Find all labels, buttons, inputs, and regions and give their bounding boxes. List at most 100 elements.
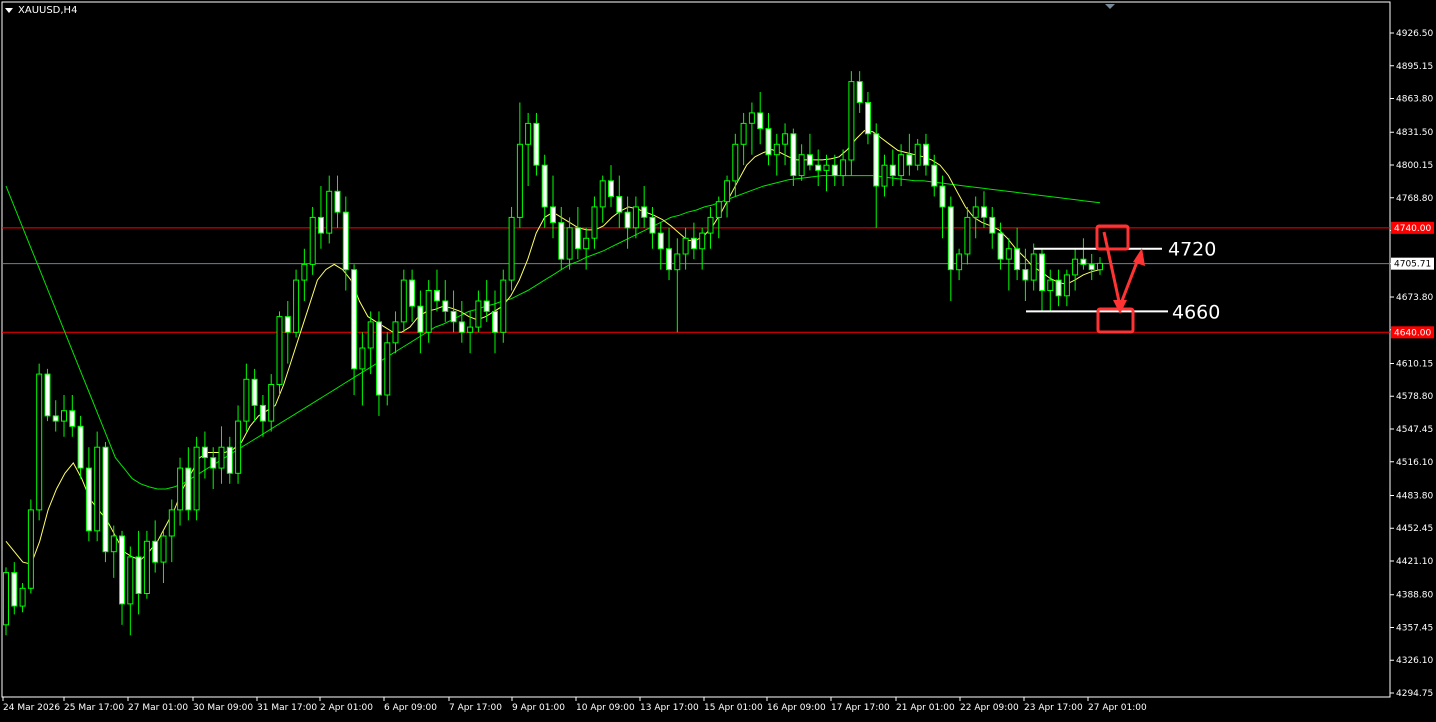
candle-body [732,143,739,182]
y-tick-label: 4863.80 [1396,95,1433,105]
candle-body [608,180,614,198]
candle-body [964,216,971,255]
candle-body [997,232,1004,260]
candle-body [500,279,507,333]
candle-body [715,201,722,218]
candle-body [235,420,242,474]
target-box-upper [1095,224,1130,251]
candle-body [699,232,706,250]
x-tick-label: 21 Apr 01:00 [896,703,955,713]
candle-body [881,164,888,187]
candle-body [268,384,275,422]
candle-body [483,300,490,312]
candle-body [1022,269,1029,281]
y-tick-label: 4673.80 [1396,293,1433,303]
candle-body [773,143,780,156]
candle-body [69,410,76,427]
candle-body [475,300,482,328]
target-box-lower [1096,307,1135,334]
candle-body [61,410,67,422]
x-tick-label: 16 Apr 09:00 [767,703,826,713]
current-price-label: 4705.71 [1394,260,1431,270]
candle-body [632,206,639,229]
candle-body [566,227,573,260]
dropdown-arrow-icon[interactable] [5,8,13,13]
candle-body [135,556,142,595]
support-price-label: 4640.00 [1394,328,1431,338]
candle-body [748,112,755,124]
candle-body [947,206,954,271]
candle-body [865,102,871,135]
candle-body [185,467,192,511]
y-tick-label: 4926.50 [1396,29,1433,39]
candle-body [119,535,125,605]
symbol-title[interactable]: XAUUSD,H4 [5,5,77,16]
candle-body [798,154,805,177]
candle-body [193,446,200,511]
candle-body [1014,248,1021,271]
x-tick-label: 25 Mar 17:00 [64,703,124,713]
candle-body [1005,248,1012,260]
candle-body [1039,253,1045,292]
candle-body [906,154,913,166]
candle-body [525,122,532,145]
candle-body [152,540,159,563]
candle-body [110,535,117,553]
candle-body [574,227,581,250]
candle-body [541,164,548,208]
candle-body [558,222,565,260]
candle-body [11,572,18,607]
candle-body [914,143,921,166]
candle-body [434,290,440,302]
candle-body [707,216,714,234]
candle-body [27,509,34,589]
candle-body [376,321,382,396]
candle-body [52,415,59,422]
candle-body [740,122,747,145]
candle-body [168,509,175,537]
x-tick-label: 24 Mar 2026 [3,703,60,713]
candle-body [972,206,979,218]
candle-body [624,211,631,229]
candle-body [351,269,358,370]
candle-body [815,164,822,171]
x-tick-label: 15 Apr 01:00 [704,703,763,713]
candle-body [143,540,150,594]
candle-body [533,122,540,166]
y-tick-label: 4768.80 [1396,194,1433,204]
candle-body [243,378,250,422]
candle-body [160,535,167,563]
chart-window: 4720 4660 4926.50 4895.15 4863.80 4831.50 4800… [0,0,1436,718]
candle-body [177,467,184,511]
candle-body [1072,258,1079,276]
y-tick-label: 4357.45 [1396,623,1433,633]
candle-body [831,164,838,177]
candle-body [450,310,457,323]
candle-body [690,237,697,250]
candle-body [889,164,896,177]
candle-body [400,279,407,323]
x-tick-label: 2 Apr 01:00 [320,703,373,713]
x-tick-label: 31 Mar 17:00 [257,703,317,713]
candle-body [782,133,789,145]
candle-body [218,446,225,469]
candle-body [85,467,92,532]
y-tick-label: 4326.10 [1396,656,1433,666]
candle-body [583,237,590,250]
candle-body [599,180,606,208]
candle-body [44,373,51,417]
candle-body [981,206,987,218]
candle-body [1047,279,1054,292]
candle-body [939,185,946,208]
zigzag-arrow-icon [1102,231,1142,312]
candle-body [284,316,291,333]
candle-body [1097,262,1103,271]
candle-body [757,112,764,130]
candle-body [873,133,880,187]
candle-body [591,206,598,239]
candle-body [1030,253,1037,281]
candle-body [823,164,830,171]
y-tick-label: 4421.10 [1396,557,1433,567]
candle-body [1088,263,1095,271]
candle-body [1063,274,1070,297]
